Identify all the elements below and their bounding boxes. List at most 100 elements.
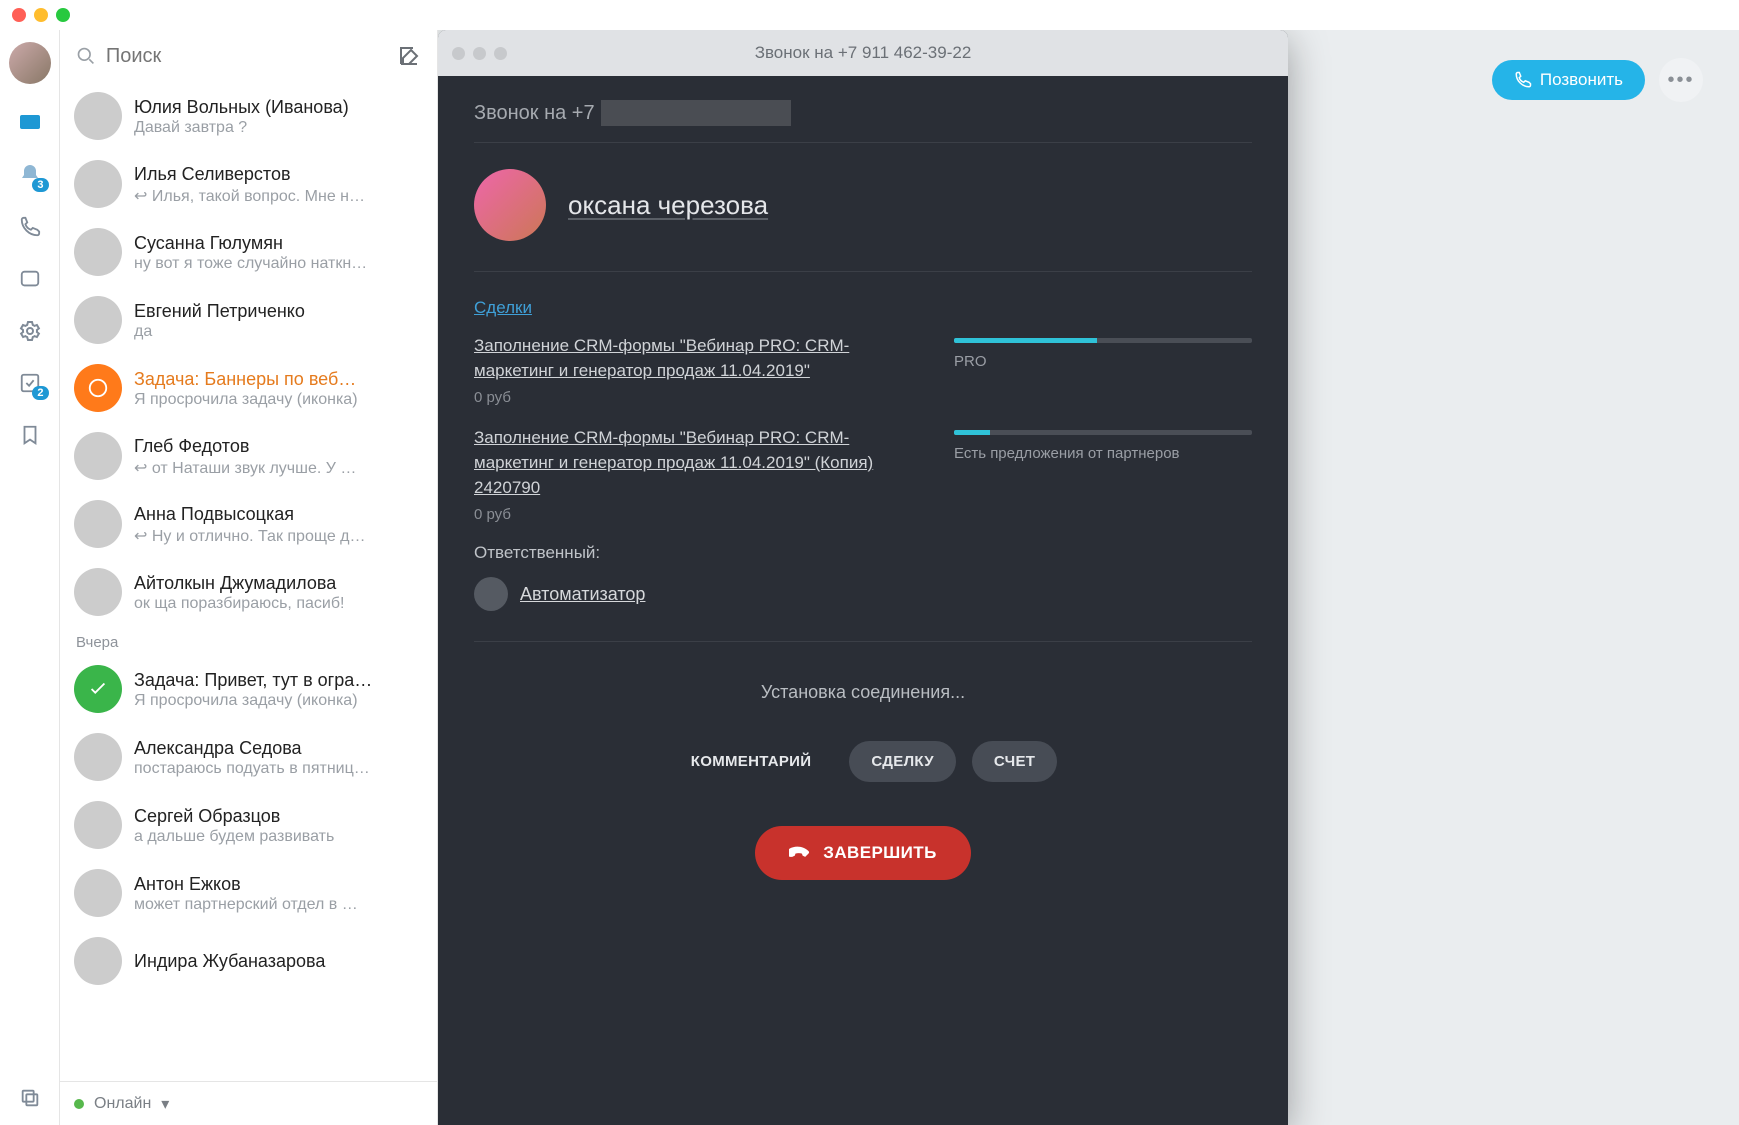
chat-preview: ↩ от Наташи звук лучше. У … bbox=[134, 458, 423, 478]
notifications-badge: 3 bbox=[32, 178, 48, 192]
status-text: Онлайн bbox=[94, 1095, 151, 1113]
call-window-title: Звонок на +7 911 462-39-22 bbox=[755, 43, 972, 63]
call-window-titlebar[interactable]: Звонок на +7 911 462-39-22 bbox=[438, 30, 1288, 76]
chat-preview: да bbox=[134, 323, 423, 341]
task-avatar-icon bbox=[74, 364, 122, 412]
search-icon bbox=[76, 45, 96, 67]
chat-name: Глеб Федотов bbox=[134, 434, 423, 458]
chat-avatar bbox=[74, 228, 122, 276]
chat-item[interactable]: Айтолкын Джумадиловаок ща поразбираюсь, … bbox=[60, 558, 437, 626]
chat-preview: а дальше будем развивать bbox=[134, 828, 423, 846]
call-win-zoom[interactable] bbox=[494, 47, 507, 60]
deal-link[interactable]: Заполнение CRM-формы "Вебинар PRO: CRM-м… bbox=[474, 428, 873, 496]
chat-item[interactable]: Илья Селиверстов↩ Илья, такой вопрос. Мн… bbox=[60, 150, 437, 218]
connecting-status: Установка соединения... bbox=[474, 642, 1252, 731]
call-win-minimize[interactable] bbox=[473, 47, 486, 60]
chat-name: Задача: Привет, тут в огра… bbox=[134, 668, 423, 692]
tasks-badge: 2 bbox=[32, 386, 48, 400]
chat-preview: может партнерский отдел в … bbox=[134, 896, 423, 914]
status-bar[interactable]: Онлайн ▾ bbox=[60, 1081, 437, 1125]
chat-item[interactable]: Сусанна Гюлумянну вот я тоже случайно на… bbox=[60, 218, 437, 286]
add-comment-button[interactable]: КОММЕНТАРИЙ bbox=[669, 741, 834, 782]
responsible-avatar[interactable] bbox=[474, 577, 508, 611]
chat-name: Сусанна Гюлумян bbox=[134, 231, 423, 255]
chat-item[interactable]: Юлия Вольных (Иванова)Давай завтра ? bbox=[60, 82, 437, 150]
chat-list[interactable]: Юлия Вольных (Иванова)Давай завтра ? Иль… bbox=[60, 82, 437, 1081]
sidebar: Юлия Вольных (Иванова)Давай завтра ? Иль… bbox=[60, 30, 438, 1125]
search-input[interactable] bbox=[106, 45, 385, 68]
chat-avatar bbox=[74, 500, 122, 548]
chat-item[interactable]: Антон Ежковможет партнерский отдел в … bbox=[60, 859, 437, 927]
nav-settings-icon[interactable] bbox=[17, 318, 43, 344]
contact-avatar[interactable] bbox=[474, 169, 546, 241]
deal-progress bbox=[954, 338, 1252, 343]
add-invoice-button[interactable]: СЧЕТ bbox=[972, 741, 1057, 782]
add-deal-button[interactable]: СДЕЛКУ bbox=[849, 741, 956, 782]
chat-preview: Я просрочила задачу (иконка) bbox=[134, 692, 423, 710]
compose-button[interactable] bbox=[397, 44, 421, 68]
phone-icon bbox=[1514, 71, 1532, 89]
chat-name: Индира Жубаназарова bbox=[134, 949, 423, 973]
chat-item[interactable]: Задача: Баннеры по веб…Я просрочила зада… bbox=[60, 354, 437, 422]
chat-preview: Я просрочила задачу (иконка) bbox=[134, 391, 423, 409]
deal-amount: 0 руб bbox=[474, 506, 914, 523]
hangup-icon bbox=[789, 842, 811, 864]
chat-avatar bbox=[74, 733, 122, 781]
chat-avatar bbox=[74, 937, 122, 985]
nav-notifications-icon[interactable]: 3 bbox=[17, 162, 43, 188]
deal-link[interactable]: Заполнение CRM-формы "Вебинар PRO: CRM-м… bbox=[474, 336, 849, 380]
chat-name: Евгений Петриченко bbox=[134, 299, 423, 323]
more-button[interactable]: ••• bbox=[1659, 58, 1703, 102]
deal-row: Заполнение CRM-формы "Вебинар PRO: CRM-м… bbox=[474, 426, 1252, 523]
chat-preview: ок ща поразбираюсь, пасиб! bbox=[134, 595, 423, 613]
responsible-link[interactable]: Автоматизатор bbox=[520, 584, 645, 605]
chat-name: Сергей Образцов bbox=[134, 804, 423, 828]
call-button-label: Позвонить bbox=[1540, 70, 1623, 90]
hangup-button[interactable]: ЗАВЕРШИТЬ bbox=[755, 826, 970, 880]
chevron-down-icon: ▾ bbox=[161, 1094, 169, 1114]
chat-item[interactable]: Глеб Федотов↩ от Наташи звук лучше. У … bbox=[60, 422, 437, 490]
window-minimize-button[interactable] bbox=[34, 8, 48, 22]
nav-calls-icon[interactable] bbox=[17, 214, 43, 240]
window-titlebar bbox=[0, 0, 1739, 30]
main-area: Позвонить ••• Звонок на +7 911 462-39-22… bbox=[438, 30, 1739, 1125]
chat-name: Анна Подвысоцкая bbox=[134, 502, 423, 526]
chat-item[interactable]: Задача: Привет, тут в огра…Я просрочила … bbox=[60, 655, 437, 723]
chat-name: Антон Ежков bbox=[134, 872, 423, 896]
call-win-close[interactable] bbox=[452, 47, 465, 60]
nav-copy-icon[interactable] bbox=[17, 1085, 43, 1111]
chat-item[interactable]: Анна Подвысоцкая↩ Ну и отлично. Так прощ… bbox=[60, 490, 437, 558]
chat-name: Александра Седова bbox=[134, 736, 423, 760]
nav-tasks-icon[interactable]: 2 bbox=[17, 370, 43, 396]
call-button[interactable]: Позвонить bbox=[1492, 60, 1645, 100]
deal-row: Заполнение CRM-формы "Вебинар PRO: CRM-м… bbox=[474, 334, 1252, 406]
deals-title-link[interactable]: Сделки bbox=[474, 298, 532, 318]
window-close-button[interactable] bbox=[12, 8, 26, 22]
chat-preview: ну вот я тоже случайно наткн… bbox=[134, 255, 423, 273]
contact-name-link[interactable]: оксана черезова bbox=[568, 190, 768, 221]
chat-avatar bbox=[74, 160, 122, 208]
chat-name: Айтолкын Джумадилова bbox=[134, 571, 423, 595]
user-avatar[interactable] bbox=[9, 42, 51, 84]
chat-preview: ↩ Ну и отлично. Так проще д… bbox=[134, 526, 423, 546]
chat-item[interactable]: Александра Седовапостараюсь подуать в пя… bbox=[60, 723, 437, 791]
chat-item[interactable]: Индира Жубаназарова bbox=[60, 927, 437, 995]
nav-chats-icon[interactable] bbox=[17, 110, 43, 136]
section-label-yesterday: Вчера bbox=[60, 626, 437, 655]
chat-name: Задача: Баннеры по веб… bbox=[134, 367, 423, 391]
chat-item[interactable]: Сергей Образцова дальше будем развивать bbox=[60, 791, 437, 859]
responsible-label: Ответственный: bbox=[474, 543, 1252, 563]
chat-name: Юлия Вольных (Иванова) bbox=[134, 95, 423, 119]
nav-bookmark-icon[interactable] bbox=[17, 422, 43, 448]
chat-avatar bbox=[74, 869, 122, 917]
search-box[interactable] bbox=[76, 45, 385, 68]
chat-preview: постараюсь подуать в пятниц… bbox=[134, 760, 423, 778]
call-window: Звонок на +7 911 462-39-22 Звонок на +7 … bbox=[438, 30, 1288, 1125]
online-dot-icon bbox=[74, 1099, 84, 1109]
chat-avatar bbox=[74, 568, 122, 616]
chat-item[interactable]: Евгений Петриченкода bbox=[60, 286, 437, 354]
chat-avatar bbox=[74, 296, 122, 344]
nav-disk-icon[interactable] bbox=[17, 266, 43, 292]
window-zoom-button[interactable] bbox=[56, 8, 70, 22]
deal-stage: Есть предложения от партнеров bbox=[954, 445, 1252, 462]
